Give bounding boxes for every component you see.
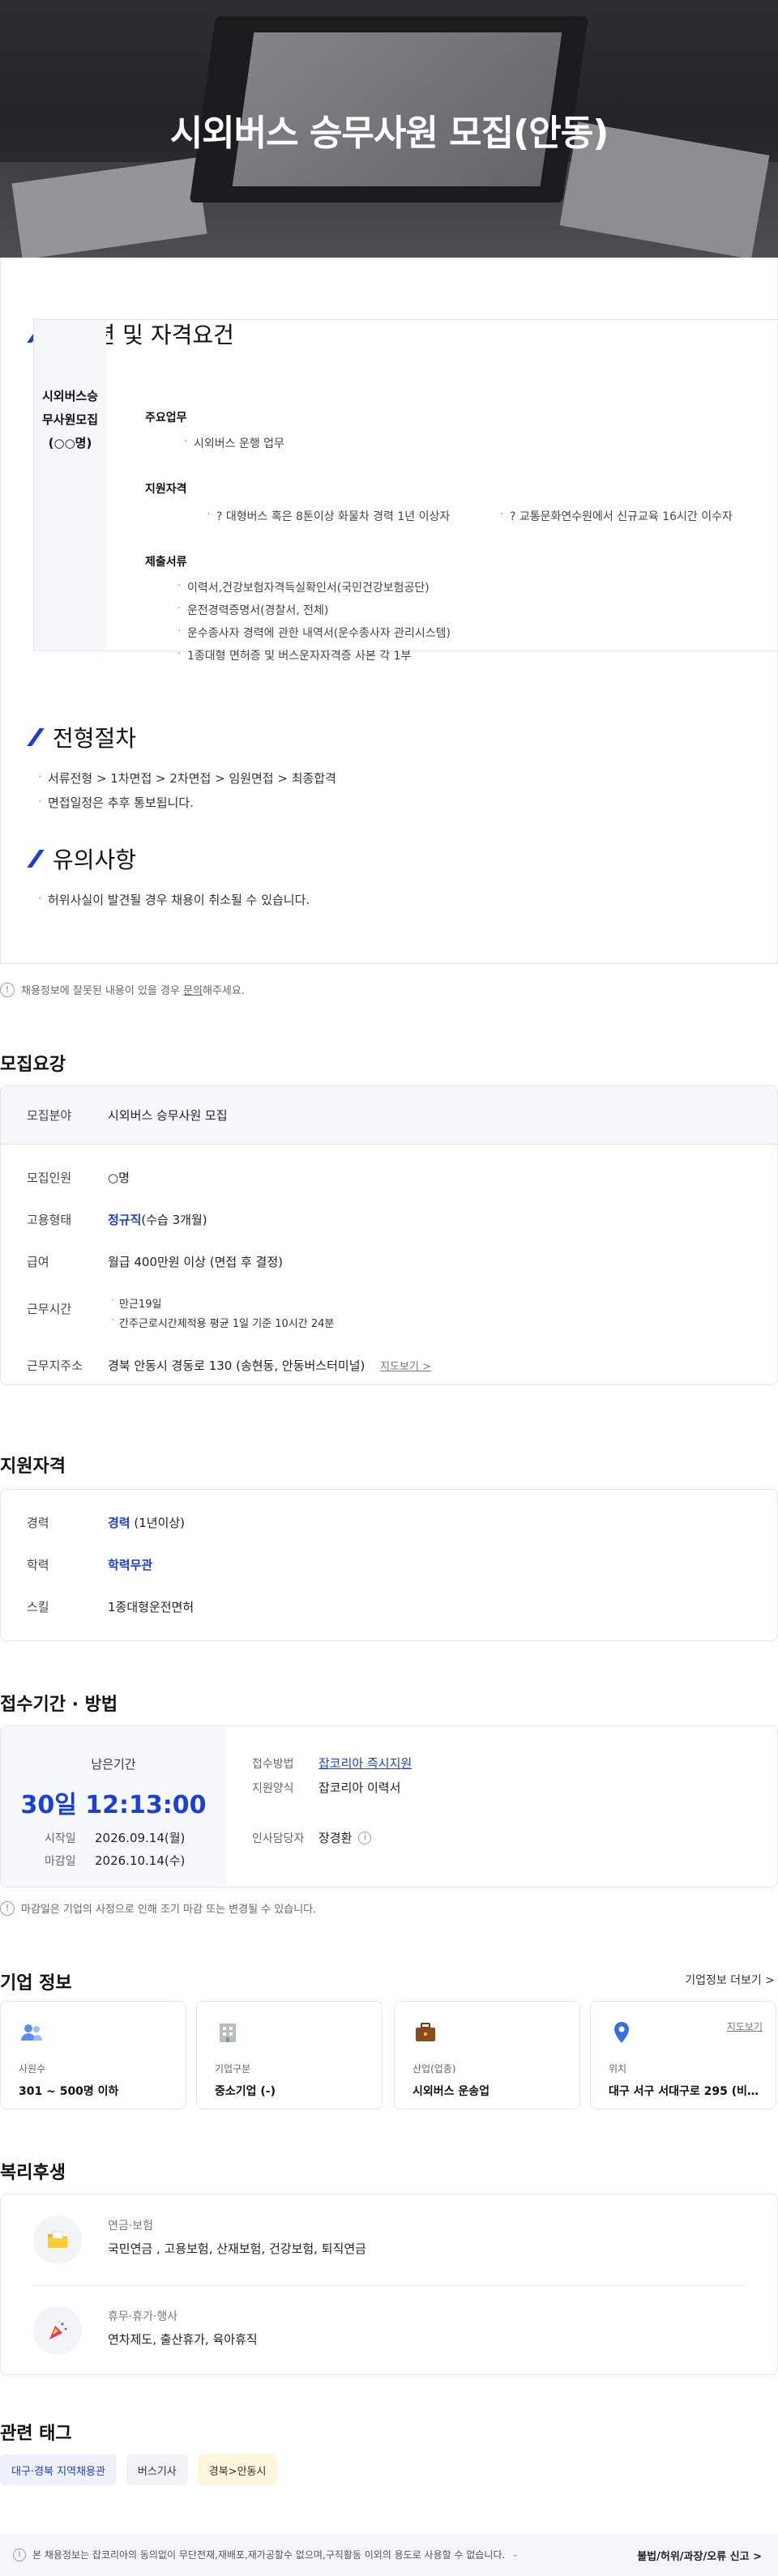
location-pin-icon	[614, 2022, 629, 2043]
deadline-note: ! 마감일은 기업의 사정으로 인해 조기 마감 또는 변경될 수 있습니다.	[0, 1900, 316, 1916]
docs-heading: 제출서류	[145, 556, 187, 569]
tag-chip[interactable]: 경북>안동시	[197, 2454, 278, 2485]
folder-icon	[48, 2231, 67, 2248]
end-date: 2026.10.14(수)	[95, 1853, 186, 1868]
map-link[interactable]: 지도보기	[727, 2019, 763, 2033]
duty-heading: 주요업무	[145, 412, 187, 424]
people-icon	[21, 2024, 42, 2041]
career-value: 경력 (1년이상)	[108, 1516, 186, 1530]
job-title: 시외버스 승무사원 모집(안동)	[169, 113, 609, 154]
company-card: 기업구분 중소기업 (-)	[196, 2001, 383, 2109]
company-card: 산업(업종) 시외버스 운송업	[394, 2001, 580, 2109]
manager: 장경환 i	[318, 1829, 372, 1846]
remaining-time: 30일 12:13:00	[20, 1791, 207, 1819]
report-notice: ! 채용정보에 잘못된 내용이 있을 경우 문의해주세요.	[0, 982, 245, 997]
list-item: 이력서,건강보험자격득실확인서(국민건강보험공단)	[177, 579, 430, 595]
report-button[interactable]: 불법/허위/과장/오류 신고 >	[637, 2548, 762, 2563]
qualification-box: 경력 경력 (1년이상) 학력 학력무관 스킬 1종대형운전면허	[0, 1489, 778, 1641]
list-item: 운수종사자 경력에 관한 내역서(운수종사자 관리시스템)	[177, 625, 451, 641]
application-box: 남은기간 30일 12:13:00 시작일 2026.09.14(월) 마감일 …	[0, 1725, 778, 1887]
tag-chip[interactable]: 버스기사	[126, 2454, 188, 2485]
work-address: 경북 안동시 경동로 130 (송현동, 안동버스터미널) 지도보기 >	[108, 1358, 432, 1373]
map-link[interactable]: 지도보기 >	[380, 1361, 431, 1373]
list-item: 간주근로시간제적용 평균 1일 기준 10시간 24분	[111, 1315, 334, 1330]
section-title-notice: 유의사항	[27, 842, 136, 875]
list-item: 면접일정은 추후 통보됩니다.	[38, 794, 194, 811]
section-title-qualification: 지원자격	[0, 1456, 66, 1477]
section-title-tags: 관련 태그	[0, 2424, 72, 2444]
list-item: ? 교통문화연수원에서 신규교육 16시간 이수자	[500, 508, 733, 524]
list-item: 시외버스 운행 업무	[184, 435, 284, 451]
company-cards: 사원수 301 ~ 500명 이하 기업구분 중소기업 (-) 산업(업종) 시…	[0, 2001, 778, 2109]
section-title-apply: 접수기간 · 방법	[0, 1695, 118, 1715]
tag-chip[interactable]: 대구·경북 지역채용관	[0, 2454, 117, 2485]
building-icon	[220, 2024, 236, 2042]
list-item: 만근19일	[111, 1295, 162, 1311]
list-item: 운전경력증명서(경찰서, 전체)	[177, 602, 328, 618]
position-content: 주요업무 시외버스 운행 업무 지원자격 ? 대형버스 혹은 8톤이상 화물차 …	[106, 320, 778, 663]
info-icon: !	[0, 1900, 15, 1916]
field-value: 시외버스 승무사원 모집	[108, 1108, 228, 1123]
apply-form: 잡코리아 이력서	[318, 1781, 401, 1795]
info-icon: !	[0, 982, 15, 997]
position-label-cell: 시외버스승무사원모집(○○명)	[33, 320, 106, 650]
skill-value: 1종대형운전면허	[108, 1600, 194, 1614]
count-value: ○명	[108, 1171, 130, 1185]
tag-list: 대구·경북 지역채용관 버스기사 경북>안동시	[0, 2454, 278, 2485]
employment-type: 정규직(수습 3개월)	[108, 1213, 207, 1227]
position-table: 시외버스승무사원모집(○○명) 주요업무 시외버스 운행 업무 지원자격 ? 대…	[33, 319, 778, 663]
position-label: 시외버스승무사원모집(○○명)	[42, 389, 99, 450]
section-title-recruit: 모집요강	[0, 1055, 66, 1075]
party-popper-icon	[49, 2320, 67, 2339]
inquiry-link[interactable]: 문의	[183, 985, 203, 997]
remaining-label: 남은기간	[91, 1757, 136, 1772]
section-title-welfare: 복리후생	[0, 2163, 66, 2183]
welfare-item: 휴무·휴가·행사 연차제도, 출산휴가, 육아휴직	[33, 2285, 746, 2374]
list-item: 1종대형 면허증 및 버스운자자격증 사본 각 1부	[177, 647, 411, 663]
slash-icon	[27, 850, 45, 868]
welfare-item: 연금·보험 국민연금 , 고용보험, 산재보험, 건강보험, 퇴직연금	[33, 2194, 746, 2286]
job-detail: 포지션 및 자격요건 시외버스승무사원모집(○○명) 주요업무 시외버스 운행 …	[0, 258, 778, 964]
chevron-down-icon[interactable]: ⌄	[511, 2550, 518, 2559]
section-title-company: 기업 정보	[0, 1973, 72, 1994]
list-item: 허위사실이 발견될 경우 채용이 취소될 수 있습니다.	[38, 891, 310, 908]
company-card: 지도보기 위치 대구 서구 서대구로 295 (비산동, 대구광역시)	[590, 2001, 776, 2109]
section-title-process: 전형절차	[27, 721, 136, 753]
footer: i 본 채용정보는 잡코리아의 동의없이 무단전재,재배포,재가공할수 없으며,…	[0, 2534, 778, 2576]
hero-banner: 시외버스 승무사원 모집(안동)	[0, 0, 778, 258]
copyright-note: i 본 채용정보는 잡코리아의 동의없이 무단전재,재배포,재가공할수 없으며,…	[13, 2548, 519, 2561]
list-item: 서류전형 > 1차면접 > 2차면접 > 임원면접 > 최종합격	[38, 770, 336, 787]
info-icon[interactable]: i	[358, 1831, 372, 1845]
briefcase-icon	[416, 2023, 435, 2041]
company-card: 사원수 301 ~ 500명 이하	[0, 2001, 186, 2109]
company-more-link[interactable]: 기업정보 더보기 >	[685, 1972, 775, 1988]
info-icon: i	[13, 2548, 26, 2561]
welfare-box: 연금·보험 국민연금 , 고용보험, 산재보험, 건강보험, 퇴직연금 휴무·휴…	[0, 2194, 778, 2375]
qual-heading: 지원자격	[145, 483, 187, 496]
recruit-summary: 모집분야 시외버스 승무사원 모집 모집인원 ○명 고용형태 정규직(수습 3개…	[0, 1085, 778, 1385]
salary-value: 월급 400만원 이상 (면접 후 결정)	[108, 1255, 283, 1269]
instant-apply-link[interactable]: 잡코리아 즉시지원	[318, 1755, 412, 1772]
start-date: 2026.09.14(월)	[95, 1831, 186, 1845]
education-value: 학력무관	[108, 1558, 153, 1572]
slash-icon	[27, 728, 45, 746]
list-item: ? 대형버스 혹은 8톤이상 화물차 경력 1년 이상자	[207, 508, 450, 524]
